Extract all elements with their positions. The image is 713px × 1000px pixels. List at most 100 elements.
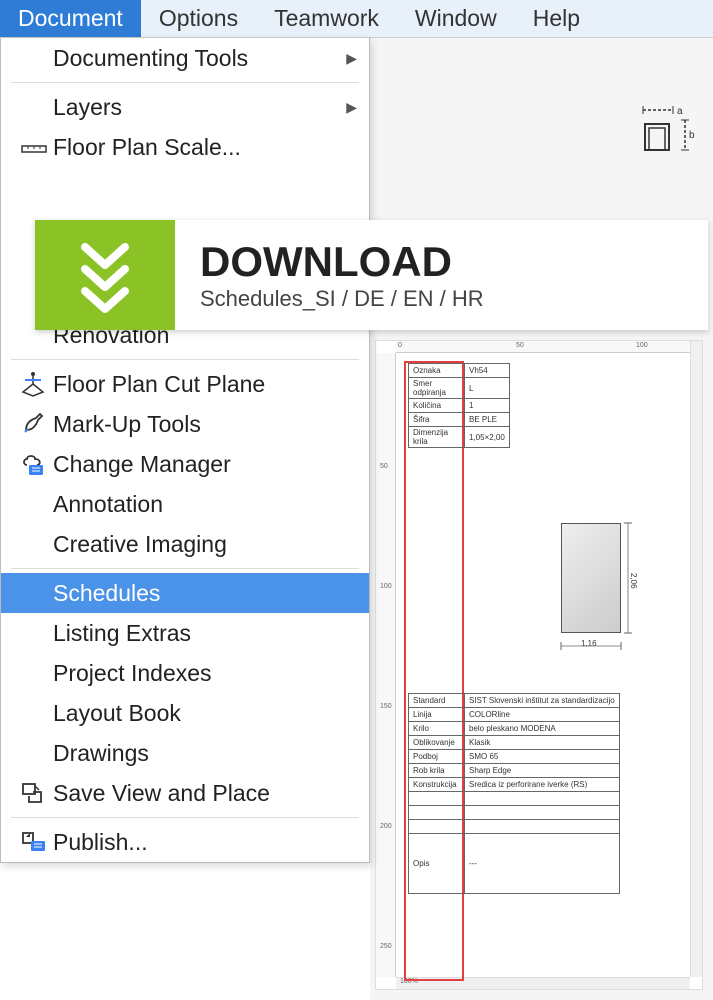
svg-text:b: b: [689, 130, 695, 141]
cell-key: Dimenzija krila: [409, 427, 465, 448]
table-row: Dimenzija krila1,05×2,00: [409, 427, 510, 448]
cell-key: Standard: [409, 694, 465, 708]
schedule-table-top: OznakaVh54 Smer odpiranjaL Količina1 Šif…: [408, 363, 510, 448]
menu-options[interactable]: Options: [141, 0, 256, 37]
table-row: Krilobelo pleskano MODENA: [409, 722, 620, 736]
download-icon: [35, 220, 175, 330]
svg-text:a: a: [677, 106, 683, 117]
menu-label: Annotation: [53, 491, 357, 518]
cell-value: belo pleskano MODENA: [465, 722, 620, 736]
cell-key: [409, 792, 465, 806]
cell-value: SMO 65: [465, 750, 620, 764]
menubar: Document Options Teamwork Window Help: [0, 0, 713, 38]
table-row: LinijaCOLORline: [409, 708, 620, 722]
menu-change-manager[interactable]: Change Manager: [1, 444, 369, 484]
cell-key: Količina: [409, 399, 465, 413]
cell-key: Rob krila: [409, 764, 465, 778]
separator: [11, 568, 359, 569]
layout-preview: 0 50 100 50 100 150 200 250 100% OznakaV…: [375, 340, 703, 990]
cell-value: Klasik: [465, 736, 620, 750]
menu-help[interactable]: Help: [515, 0, 598, 37]
cell-key: Podboj: [409, 750, 465, 764]
table-row: OznakaVh54: [409, 364, 510, 378]
menu-publish[interactable]: Publish...: [1, 822, 369, 862]
cell-key: Oznaka: [409, 364, 465, 378]
menu-schedules[interactable]: Schedules: [1, 573, 369, 613]
cell-value: [465, 806, 620, 820]
door-preview: 2,06 1,16: [561, 523, 636, 653]
ruler-tick: 150: [380, 703, 392, 710]
chevron-right-icon: ▶: [346, 99, 357, 116]
table-row: [409, 806, 620, 820]
menu-save-view-and-place[interactable]: Save View and Place: [1, 773, 369, 813]
menu-window[interactable]: Window: [397, 0, 515, 37]
pencil-icon: [15, 410, 53, 438]
cell-key: [409, 820, 465, 834]
cloud-icon: [15, 451, 53, 477]
menu-drawings[interactable]: Drawings: [1, 733, 369, 773]
separator: [11, 359, 359, 360]
separator: [11, 817, 359, 818]
cell-value: 1,05×2,00: [465, 427, 510, 448]
cell-key: [409, 806, 465, 820]
menu-layout-book[interactable]: Layout Book: [1, 693, 369, 733]
cell-key: Konstrukcija: [409, 778, 465, 792]
table-row: ŠifraBE PLE: [409, 413, 510, 427]
menu-label: Publish...: [53, 829, 357, 856]
chevron-right-icon: ▶: [346, 50, 357, 67]
ruler-tick: 250: [380, 943, 392, 950]
download-subtitle: Schedules_SI / DE / EN / HR: [200, 286, 708, 312]
menu-listing-extras[interactable]: Listing Extras: [1, 613, 369, 653]
menu-teamwork[interactable]: Teamwork: [256, 0, 397, 37]
cell-value: BE PLE: [465, 413, 510, 427]
menu-label: Layers: [53, 94, 346, 121]
table-row: KonstrukcijaSredica iz perforirane iverk…: [409, 778, 620, 792]
table-row: Rob krilaSharp Edge: [409, 764, 620, 778]
menu-label: Creative Imaging: [53, 531, 357, 558]
menu-annotation[interactable]: Annotation: [1, 484, 369, 524]
table-row: [409, 792, 620, 806]
cell-value: Sharp Edge: [465, 764, 620, 778]
menu-layers[interactable]: Layers ▶: [1, 87, 369, 127]
dimension-tool-icon[interactable]: a b: [633, 98, 703, 158]
separator: [11, 82, 359, 83]
menu-label: Drawings: [53, 740, 357, 767]
cell-value: L: [465, 378, 510, 399]
ruler-tick: 100: [380, 583, 392, 590]
menu-label: Layout Book: [53, 700, 357, 727]
table-row: Opis---: [409, 834, 620, 894]
table-row: OblikovanjeKlasik: [409, 736, 620, 750]
table-row: Količina1: [409, 399, 510, 413]
menu-floor-plan-scale[interactable]: Floor Plan Scale...: [1, 127, 369, 167]
vertical-scrollbar[interactable]: [690, 341, 702, 977]
table-row: [409, 820, 620, 834]
menu-project-indexes[interactable]: Project Indexes: [1, 653, 369, 693]
cell-value: [465, 820, 620, 834]
menu-label: Documenting Tools: [53, 45, 346, 72]
preview-canvas[interactable]: OznakaVh54 Smer odpiranjaL Količina1 Šif…: [396, 353, 690, 977]
download-banner[interactable]: DOWNLOAD Schedules_SI / DE / EN / HR: [35, 220, 708, 330]
menu-label: Mark-Up Tools: [53, 411, 357, 438]
table-row: StandardSIST Slovenski inštitut za stand…: [409, 694, 620, 708]
menu-document[interactable]: Document: [0, 0, 141, 37]
cell-value: [465, 792, 620, 806]
menu-markup-tools[interactable]: Mark-Up Tools: [1, 404, 369, 444]
cell-key: Linija: [409, 708, 465, 722]
download-text: DOWNLOAD Schedules_SI / DE / EN / HR: [175, 238, 708, 312]
cell-value: ---: [465, 834, 620, 894]
cell-key: Šifra: [409, 413, 465, 427]
menu-creative-imaging[interactable]: Creative Imaging: [1, 524, 369, 564]
cell-key: Oblikovanje: [409, 736, 465, 750]
cell-value: 1: [465, 399, 510, 413]
cell-value: COLORline: [465, 708, 620, 722]
table-row: Smer odpiranjaL: [409, 378, 510, 399]
menu-floor-plan-cut-plane[interactable]: Floor Plan Cut Plane: [1, 364, 369, 404]
save-view-icon: [15, 780, 53, 806]
menu-label: Save View and Place: [53, 780, 357, 807]
table-row: PodbojSMO 65: [409, 750, 620, 764]
menu-label: Floor Plan Cut Plane: [53, 371, 357, 398]
menu-documenting-tools[interactable]: Documenting Tools ▶: [1, 38, 369, 78]
menu-label: Change Manager: [53, 451, 357, 478]
ruler-tick: 50: [516, 342, 524, 349]
ruler-icon: [15, 138, 53, 156]
